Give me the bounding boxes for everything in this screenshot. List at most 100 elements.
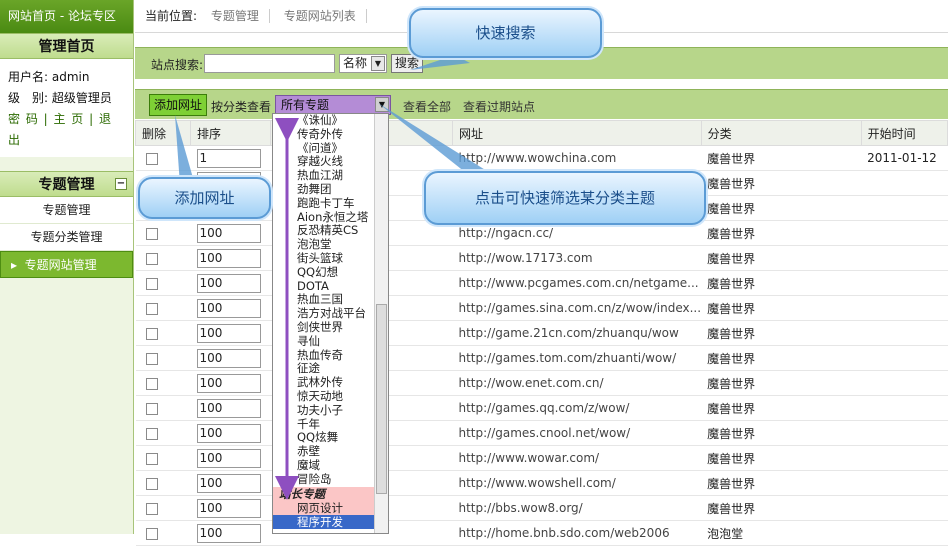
- dropdown-option[interactable]: 热血三国: [273, 293, 388, 307]
- dropdown-option-programming[interactable]: 程序开发: [273, 514, 388, 529]
- collapse-icon[interactable]: −: [115, 178, 127, 190]
- dropdown-option[interactable]: QQ幻想: [273, 265, 388, 280]
- url-cell[interactable]: http://bbs.wow8.org/: [452, 495, 702, 521]
- dropdown-option[interactable]: 热血江湖: [273, 168, 388, 183]
- delete-checkbox[interactable]: [145, 402, 158, 415]
- dropdown-option[interactable]: 浩方对战平台: [273, 306, 388, 321]
- breadcrumb-topic[interactable]: 专题管理: [200, 9, 270, 23]
- url-cell[interactable]: http://games.cnool.net/wow/: [452, 420, 702, 446]
- dropdown-option[interactable]: 劲舞团: [273, 182, 388, 197]
- url-cell[interactable]: http://wow.enet.com.cn/: [452, 370, 702, 396]
- category-filter-select[interactable]: 所有专题 ▼: [275, 95, 391, 115]
- dropdown-option[interactable]: 寻仙: [273, 334, 388, 349]
- delete-checkbox[interactable]: [145, 502, 158, 515]
- username-label: 用户名: admin: [8, 70, 90, 84]
- delete-cell: [135, 420, 191, 446]
- category-dropdown-list[interactable]: 《诛仙》 传奇外传 《问道》 穿越火线 热血江湖 劲舞团 跑跑卡丁车 Aion永恒之塔 反恐精英…: [272, 113, 389, 534]
- delete-checkbox[interactable]: [145, 477, 158, 490]
- scrollbar-thumb[interactable]: [376, 304, 387, 494]
- delete-cell: [135, 320, 191, 346]
- order-input[interactable]: 100: [196, 448, 261, 468]
- dropdown-option[interactable]: 跑跑卡丁车: [273, 196, 388, 211]
- url-cell[interactable]: http://home.bnb.sdo.com/web2006: [452, 520, 702, 546]
- order-input[interactable]: 100: [196, 273, 261, 293]
- start-time-cell: [861, 270, 948, 296]
- dropdown-option[interactable]: 反恐精英CS: [273, 224, 388, 238]
- dropdown-option[interactable]: Aion永恒之塔: [273, 210, 388, 225]
- dropdown-option[interactable]: 惊天动地: [273, 389, 388, 404]
- delete-checkbox[interactable]: [145, 227, 158, 240]
- order-input[interactable]: 100: [196, 423, 261, 443]
- order-input[interactable]: 1: [196, 148, 261, 168]
- dropdown-option[interactable]: 剑侠世界: [273, 320, 388, 335]
- url-cell[interactable]: http://game.21cn.com/zhuanqu/wow: [452, 320, 702, 346]
- table-row: 100界http://games.qq.com/z/wow/魔兽世界: [135, 395, 948, 421]
- order-cell: 100: [190, 445, 271, 471]
- url-cell[interactable]: http://games.sina.com.cn/z/wow/index...: [452, 295, 702, 321]
- url-cell[interactable]: http://wow.17173.com: [452, 245, 702, 271]
- order-input[interactable]: 100: [196, 373, 261, 393]
- delete-checkbox[interactable]: [145, 377, 158, 390]
- order-input[interactable]: 100: [196, 473, 261, 493]
- dropdown-option[interactable]: 武林外传: [273, 375, 388, 390]
- dropdown-option[interactable]: 魔域: [273, 458, 388, 473]
- delete-checkbox[interactable]: [145, 452, 158, 465]
- url-cell[interactable]: http://games.tom.com/zhuanti/wow/: [452, 345, 702, 371]
- dropdown-option[interactable]: 赤壁: [273, 444, 388, 459]
- order-input[interactable]: 100: [196, 498, 261, 518]
- sidebar-item-category[interactable]: 专题分类管理: [0, 224, 133, 251]
- view-expired-link[interactable]: 查看过期站点: [463, 98, 535, 115]
- sidebar-item-sites[interactable]: ▸ 专题网站管理: [0, 251, 133, 278]
- dropdown-option[interactable]: 街头篮球: [273, 251, 388, 266]
- delete-checkbox[interactable]: [145, 352, 158, 365]
- order-cell: 100: [190, 270, 271, 296]
- dropdown-option[interactable]: 《问道》: [273, 141, 388, 156]
- delete-checkbox[interactable]: [145, 252, 158, 265]
- dropdown-option[interactable]: 穿越火线: [273, 155, 388, 169]
- order-input[interactable]: 100: [196, 523, 261, 543]
- order-cell: 100: [190, 320, 271, 346]
- dropdown-option[interactable]: 热血传奇: [273, 348, 388, 363]
- dropdown-option[interactable]: 征途: [273, 362, 388, 376]
- delete-checkbox[interactable]: [145, 152, 158, 165]
- dropdown-option[interactable]: QQ炫舞: [273, 431, 388, 445]
- search-input[interactable]: [204, 54, 335, 73]
- breadcrumb-site-list[interactable]: 专题网站列表: [273, 9, 367, 23]
- delete-checkbox[interactable]: [145, 327, 158, 340]
- delete-checkbox[interactable]: [145, 427, 158, 440]
- dropdown-option[interactable]: 传奇外传: [273, 127, 388, 142]
- order-input[interactable]: 100: [196, 223, 261, 243]
- category-cell: 魔兽世界: [701, 395, 862, 421]
- order-input[interactable]: 100: [196, 398, 261, 418]
- order-input[interactable]: 100: [196, 298, 261, 318]
- dropdown-option[interactable]: 功夫小子: [273, 403, 388, 418]
- search-field-select[interactable]: 名称 ▼: [339, 54, 387, 73]
- dropdown-option[interactable]: 泡泡堂: [273, 237, 388, 252]
- url-cell[interactable]: http://www.wowshell.com/: [452, 470, 702, 496]
- order-cell: 100: [190, 470, 271, 496]
- order-input[interactable]: 100: [196, 348, 261, 368]
- dropdown-option[interactable]: 《诛仙》: [273, 114, 388, 128]
- delete-cell: [135, 220, 191, 246]
- dropdown-option[interactable]: 千年: [273, 417, 388, 432]
- delete-checkbox[interactable]: [145, 302, 158, 315]
- order-input[interactable]: 100: [196, 248, 261, 268]
- sidebar-item-topic[interactable]: 专题管理: [0, 197, 133, 224]
- url-cell[interactable]: http://www.pcgames.com.cn/netgame...: [452, 270, 702, 296]
- view-all-link[interactable]: 查看全部: [403, 98, 451, 115]
- dropdown-option-web-design[interactable]: 网页设计: [273, 500, 388, 515]
- dropdown-scrollbar[interactable]: [374, 114, 388, 533]
- account-links[interactable]: 密 码 | 主 页 | 退 出: [8, 109, 125, 151]
- order-input[interactable]: 100: [196, 323, 261, 343]
- url-cell[interactable]: http://games.qq.com/z/wow/: [452, 395, 702, 421]
- delete-cell: [135, 445, 191, 471]
- delete-cell: [135, 345, 191, 371]
- home-forum-link[interactable]: 网站首页 - 论坛专区: [0, 0, 133, 33]
- delete-checkbox[interactable]: [145, 277, 158, 290]
- dropdown-option[interactable]: 冒险岛: [273, 472, 388, 487]
- delete-cell: [135, 520, 191, 546]
- url-cell[interactable]: http://www.wowchina.com: [452, 145, 702, 171]
- url-cell[interactable]: http://www.wowar.com/: [452, 445, 702, 471]
- dropdown-option[interactable]: DOTA: [273, 279, 388, 294]
- add-site-button[interactable]: 添加网址: [149, 94, 208, 116]
